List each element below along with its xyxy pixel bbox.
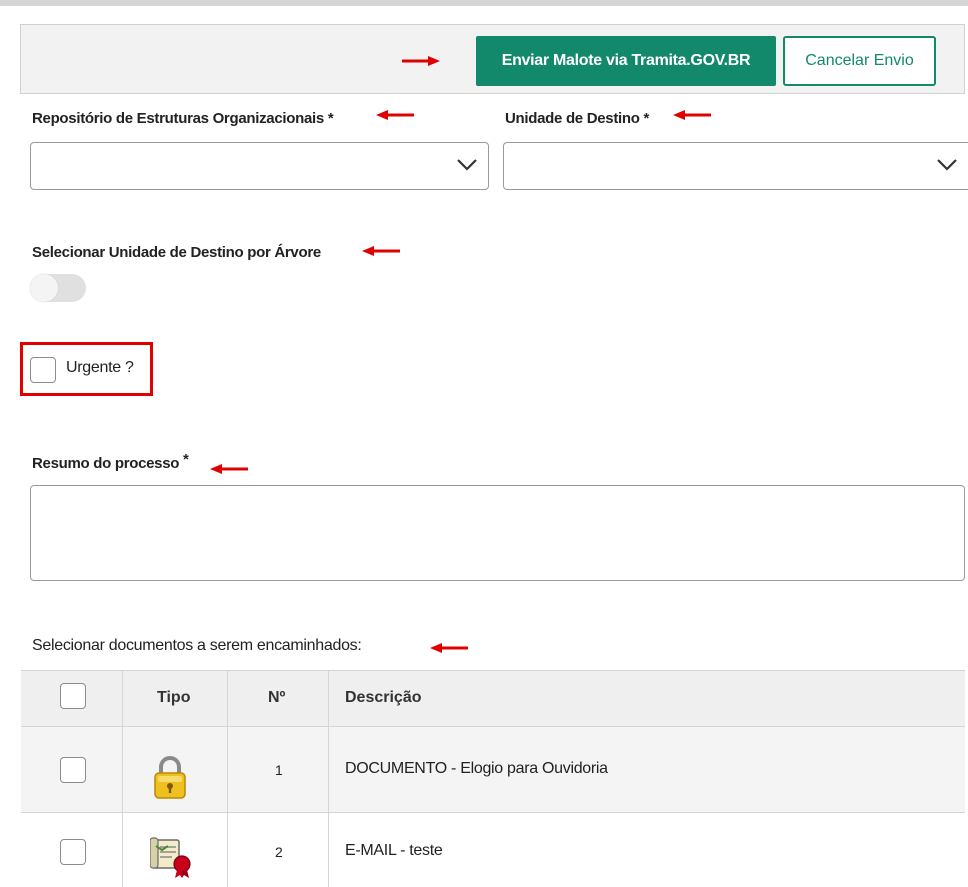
row-description: E-MAIL - teste (345, 842, 443, 859)
repositorio-label: Repositório de Estruturas Organizacionai… (32, 110, 334, 127)
row-number: 1 (275, 762, 283, 778)
unidade-destino-select[interactable] (503, 142, 968, 190)
padlock-icon (154, 756, 186, 799)
row-number: 2 (275, 844, 283, 860)
resumo-textarea[interactable] (30, 485, 965, 581)
top-divider (0, 0, 968, 6)
certified-email-icon (150, 837, 191, 878)
row-description: DOCUMENTO - Elogio para Ouvidoria (345, 760, 608, 777)
annotation-arrow-icon (673, 110, 711, 120)
required-asterisk: * (643, 110, 650, 127)
annotation-arrow-icon (362, 246, 400, 256)
cancel-send-button[interactable]: Cancelar Envio (783, 36, 936, 86)
urgente-label: Urgente ? (66, 359, 134, 376)
select-all-checkbox[interactable] (60, 683, 86, 709)
toggle-knob (30, 274, 58, 302)
annotation-arrow-icon (430, 643, 468, 653)
annotation-arrow-icon (210, 464, 248, 474)
required-asterisk: * (183, 451, 189, 468)
column-divider (328, 670, 329, 887)
column-divider (122, 670, 123, 887)
column-divider (227, 670, 228, 887)
required-asterisk: * (327, 110, 334, 127)
row-checkbox[interactable] (60, 839, 86, 865)
chevron-down-icon (937, 159, 957, 171)
row-checkbox[interactable] (60, 757, 86, 783)
annotation-arrow-icon (402, 56, 440, 66)
unidade-destino-label: Unidade de Destino * (505, 110, 650, 127)
send-malote-button[interactable]: Enviar Malote via Tramita.GOV.BR (476, 36, 776, 86)
urgente-checkbox[interactable] (30, 357, 56, 383)
resumo-label: Resumo do processo * (32, 451, 189, 472)
annotation-arrow-icon (376, 110, 414, 120)
chevron-down-icon (457, 159, 477, 171)
column-header-descricao: Descrição (345, 689, 422, 706)
column-header-tipo: Tipo (157, 689, 191, 706)
repositorio-select[interactable] (30, 142, 489, 190)
documentos-label: Selecionar documentos a serem encaminhad… (32, 637, 362, 654)
arvore-label: Selecionar Unidade de Destino por Árvore (32, 244, 321, 261)
column-header-numero: Nº (268, 689, 286, 706)
